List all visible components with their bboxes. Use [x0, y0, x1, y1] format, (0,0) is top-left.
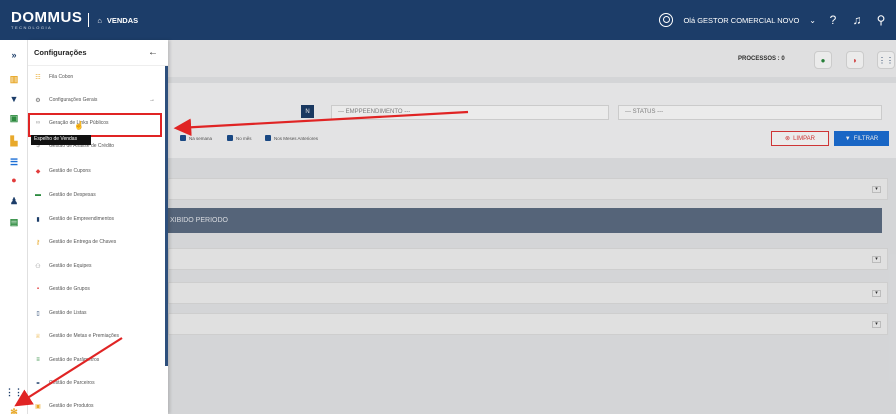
logo-subtext: TECNOLOGIA [11, 25, 53, 30]
arrow-right-icon: → [149, 97, 155, 103]
top-right-actions: Olá GESTOR COMERCIAL NOVO ⌄ ? ♫ ⚲ [659, 0, 888, 40]
wallet-icon: ▬ [35, 192, 41, 198]
logo-text: DOMMUS [11, 9, 83, 26]
bell-icon[interactable]: ♫ [850, 13, 864, 27]
team-icon: ⚇ [35, 263, 41, 270]
apps-grid-icon[interactable]: ⋮⋮ [5, 386, 23, 398]
chart-icon[interactable]: ▥ [8, 73, 20, 85]
building-icon: ▮ [36, 216, 40, 223]
menu-item-label: Gestão de Cupons [49, 168, 91, 174]
menu-item-parametros[interactable]: ≡ Gestão de Parâmetros [28, 351, 165, 369]
menu-item-label: Gestão de Parâmetros [49, 357, 100, 363]
menu-item-parceiros[interactable]: ⚭ Gestão de Parceiros [28, 374, 165, 392]
list-icon: ▯ [36, 310, 40, 317]
help-icon[interactable]: ? [826, 13, 840, 27]
menu-item-label: Fila Cobon [49, 74, 74, 80]
drawer-title: Configurações [34, 48, 87, 57]
expand-icon[interactable]: » [8, 49, 20, 61]
key-icon: ⚷ [35, 239, 41, 246]
menu-item-configuracoes-gerais[interactable]: ⚙ Configurações Gerais → [28, 91, 165, 109]
menu-item-despesas[interactable]: ▬ Gestão de Despesas [28, 186, 165, 204]
left-icon-rail: » ▥ ▼ ▣ ▙ ☰ ● ♟ ▤ ⋮⋮ ✻ [0, 40, 28, 414]
menu-item-entrega-chaves[interactable]: ⚷ Gestão de Entrega de Chaves [28, 233, 165, 251]
menu-item-listas[interactable]: ▯ Gestão de Listas [28, 304, 165, 322]
tag-icon: ◆ [35, 168, 41, 175]
logo-divider [88, 13, 90, 27]
module-selector[interactable]: ⌂ VENDAS [97, 16, 138, 25]
menu-item-label: Gestão de Produtos [49, 403, 94, 409]
search-icon[interactable]: ⚲ [874, 13, 888, 27]
menu-item-grupos[interactable]: ▪ Gestão de Grupos [28, 280, 165, 298]
user-greeting[interactable]: Olá GESTOR COMERCIAL NOVO [683, 16, 799, 25]
group-icon: ▪ [36, 286, 40, 292]
box-icon: ▣ [35, 403, 41, 410]
menu-item-label: Configurações Gerais [49, 97, 98, 103]
gears-icon: ⚙ [35, 97, 41, 104]
cursor-hand-icon: ☝ [74, 121, 84, 130]
menu-item-equipes[interactable]: ⚇ Gestão de Equipes [28, 257, 165, 275]
highlight-box [28, 113, 162, 137]
drawer-header: Configurações ← [28, 40, 168, 66]
add-user-icon[interactable]: ♟ [8, 195, 20, 207]
funnel-icon[interactable]: ▼ [8, 93, 20, 105]
menu-item-label: Gestão de Despesas [49, 192, 96, 198]
dommus-logo[interactable]: DOMMUS TECNOLOGIA [11, 10, 82, 30]
building-icon[interactable]: ▙ [8, 135, 20, 147]
drawer-scrollbar[interactable] [165, 66, 168, 366]
sliders-icon: ≡ [36, 357, 40, 363]
menu-item-cupons[interactable]: ◆ Gestão de Cupons [28, 162, 165, 180]
gear-icon[interactable]: ✻ [8, 406, 20, 414]
menu-item-label: Gestão de Listas [49, 310, 87, 316]
config-drawer: Configurações ← ☷ Fila Cobon ⚙ Configura… [28, 40, 168, 414]
menu-item-empreendimentos[interactable]: ▮ Gestão de Empreendimentos [28, 210, 165, 228]
menu-item-metas-premiacoes[interactable]: ♕ Gestão de Metas e Premiações [28, 327, 165, 345]
handshake-icon: ⚭ [35, 380, 41, 387]
menu-item-label: Gestão de Grupos [49, 286, 90, 292]
briefcase-icon[interactable]: ▣ [8, 112, 20, 124]
menu-item-label: Gestão de Entrega de Chaves [49, 239, 117, 245]
menu-item-label: Gestão de Empreendimentos [49, 216, 115, 222]
top-navbar: DOMMUS TECNOLOGIA ⌂ VENDAS Olá GESTOR CO… [0, 0, 896, 40]
dim-overlay[interactable] [168, 40, 896, 414]
list-icon: ☷ [35, 74, 41, 81]
chevron-down-icon[interactable]: ⌄ [809, 16, 816, 25]
menu-item-label: Gestão de Metas e Premiações [49, 333, 120, 339]
money-icon[interactable]: ▤ [8, 216, 20, 228]
menu-item-produtos[interactable]: ▣ Gestão de Produtos [28, 397, 165, 414]
module-label: VENDAS [106, 15, 139, 25]
back-arrow-icon[interactable]: ← [148, 47, 158, 58]
home-icon: ⌂ [97, 15, 102, 25]
menu-item-label: Gestão de Parceiros [49, 380, 95, 386]
list-icon[interactable]: ☰ [8, 156, 20, 168]
alert-icon[interactable]: ● [8, 174, 20, 186]
user-avatar-icon[interactable] [659, 13, 674, 27]
tooltip: Espelho de Vendas [31, 135, 91, 145]
menu-item-label: Gestão de Equipes [49, 263, 92, 269]
menu-item-fila-cobon[interactable]: ☷ Fila Cobon [28, 68, 165, 86]
trophy-icon: ♕ [35, 333, 41, 340]
